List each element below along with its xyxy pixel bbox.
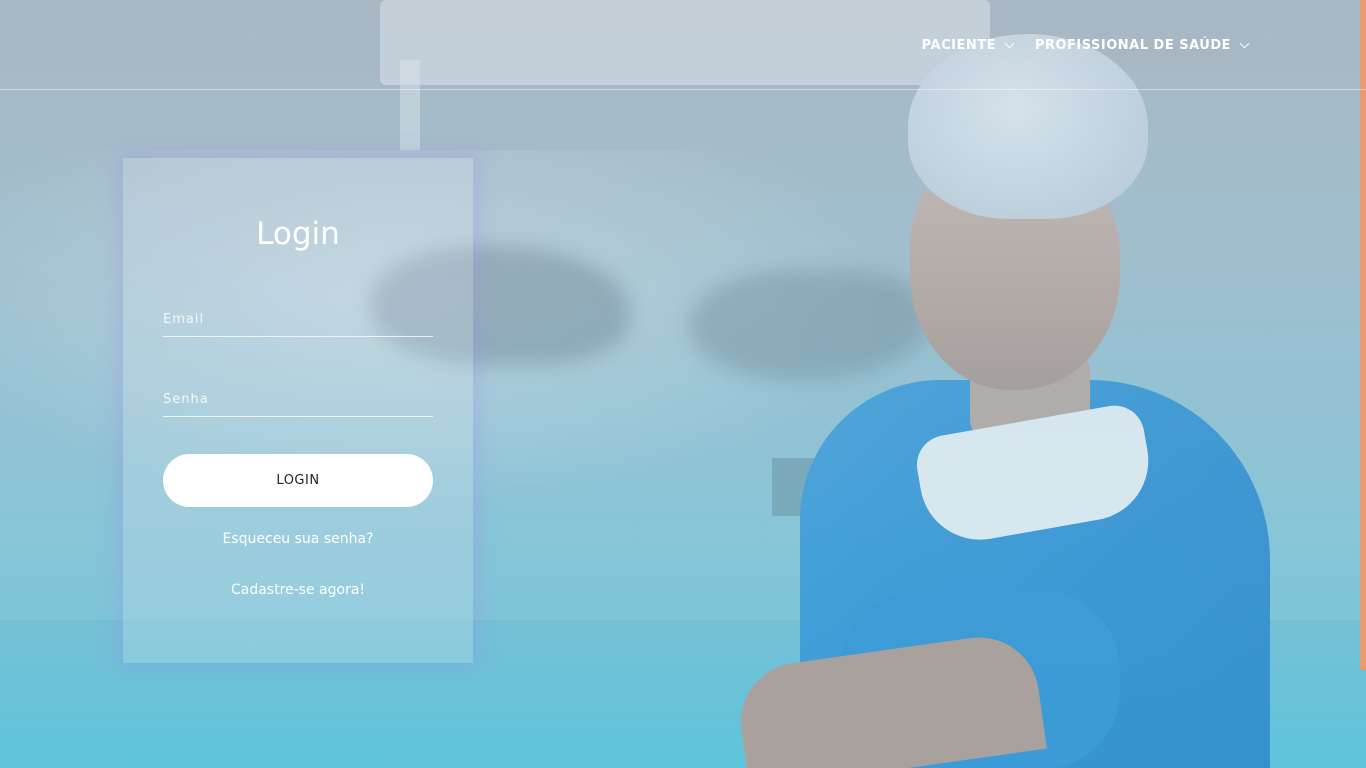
login-button[interactable]: LOGIN <box>163 454 433 507</box>
chevron-down-icon <box>1004 38 1015 49</box>
login-card: Login LOGIN Esqueceu sua senha? Cadastre… <box>123 158 473 663</box>
email-input[interactable] <box>163 302 433 336</box>
nav-item-label: PACIENTE <box>921 38 996 53</box>
right-accent-bar <box>1360 0 1366 670</box>
forgot-password-link[interactable]: Esqueceu sua senha? <box>123 531 473 547</box>
login-page: PACIENTE PROFISSIONAL DE SAÚDE Login LOG… <box>0 0 1366 768</box>
nav-item-label: PROFISSIONAL DE SAÚDE <box>1034 38 1231 53</box>
password-field <box>163 382 433 417</box>
login-title: Login <box>256 216 340 252</box>
chevron-down-icon <box>1239 38 1250 49</box>
nav-item-profissional-de-saude[interactable]: PROFISSIONAL DE SAÚDE <box>1034 38 1250 53</box>
nav-item-paciente[interactable]: PACIENTE <box>921 38 1015 53</box>
top-header: PACIENTE PROFISSIONAL DE SAÚDE <box>0 0 1366 90</box>
signup-link[interactable]: Cadastre-se agora! <box>123 582 473 598</box>
main-nav: PACIENTE PROFISSIONAL DE SAÚDE <box>921 38 1250 53</box>
password-input[interactable] <box>163 382 433 416</box>
email-field <box>163 302 433 337</box>
